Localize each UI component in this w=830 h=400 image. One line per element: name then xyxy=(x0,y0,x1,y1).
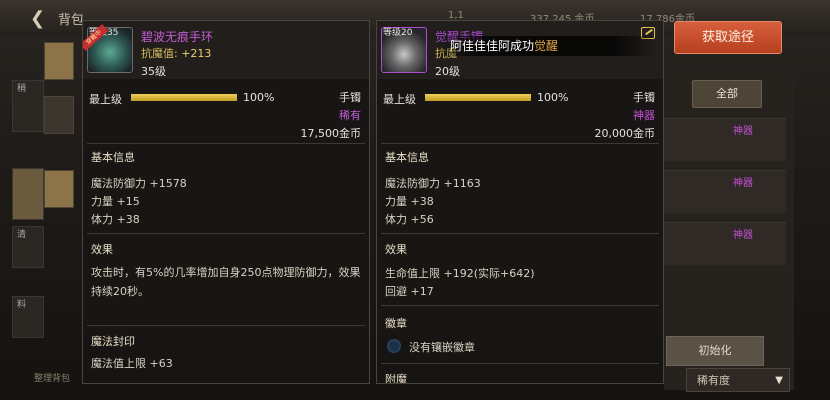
card-header: 等级35 穿戴中 碧波无痕手环 抗魔值: +213 35级 xyxy=(83,21,369,79)
effect-title: 效果 xyxy=(91,243,113,256)
divider xyxy=(381,143,659,144)
page-title: 背包 xyxy=(58,13,85,28)
item-level-tag: 等级20 xyxy=(383,28,413,38)
item-price: 20,000金币 xyxy=(594,127,656,140)
inventory-slot[interactable] xyxy=(44,42,74,80)
badge-empty-text: 没有镶嵌徽章 xyxy=(409,341,475,354)
stat-line: 魔法防御力 +1163 xyxy=(385,177,481,190)
stat-line: 力量 +15 xyxy=(91,195,140,208)
progress-percent: 100% xyxy=(243,91,275,104)
item-price: 17,500金币 xyxy=(300,127,362,140)
item-level: 20级 xyxy=(435,65,460,78)
effect-description: 攻击时，有5%的几率增加自身250点物理防御力，效果持续20秒。 xyxy=(91,266,361,298)
enchant-title: 附魔 xyxy=(385,373,407,384)
back-arrow-icon[interactable]: ❮ xyxy=(30,8,45,29)
system-notice: 阿佳佳佳阿成功觉醒 xyxy=(436,36,656,56)
progress-percent: 100% xyxy=(537,91,569,104)
equipped-item-card: 等级35 穿戴中 碧波无痕手环 抗魔值: +213 35级 最上级 100% 手… xyxy=(82,20,370,384)
resist-label: 抗魔值: xyxy=(141,47,178,60)
left-tab-4[interactable]: 料 xyxy=(12,296,44,338)
item-level: 35级 xyxy=(141,65,166,78)
rarity-label: 神器 xyxy=(733,178,753,189)
item-name: 碧波无痕手环 xyxy=(141,30,214,44)
stat-line: 魔法防御力 +1578 xyxy=(91,177,187,190)
max-level-label: 最上级 xyxy=(89,93,122,106)
badge-title: 徽章 xyxy=(385,317,407,330)
divider xyxy=(87,233,365,234)
sort-inventory-label[interactable]: 整理背包 xyxy=(34,371,70,384)
item-row[interactable] xyxy=(664,222,786,265)
left-tab-1[interactable]: 稍 xyxy=(12,80,44,132)
badge-socket-icon xyxy=(387,339,401,353)
item-slot-type: 手镯 xyxy=(339,91,361,104)
effect-title: 效果 xyxy=(385,243,407,256)
resist-value: +213 xyxy=(181,47,212,60)
chevron-down-icon: ▼ xyxy=(775,375,783,386)
item-rarity: 神器 xyxy=(633,109,655,122)
rarity-label: 神器 xyxy=(733,126,753,137)
basic-info-title: 基本信息 xyxy=(385,151,429,164)
basic-info-title: 基本信息 xyxy=(91,151,135,164)
left-tab-2[interactable] xyxy=(12,168,44,220)
notice-text: 阿佳佳佳阿成功 xyxy=(450,39,535,53)
divider xyxy=(381,233,659,234)
item-row[interactable] xyxy=(664,170,786,213)
sort-select[interactable]: 稀有度 ▼ xyxy=(686,368,790,392)
item-rarity: 稀有 xyxy=(339,109,361,122)
effect-stat-line: 回避 +17 xyxy=(385,285,434,298)
magic-seal-title: 魔法封印 xyxy=(91,335,135,348)
all-filter-button[interactable]: 全部 xyxy=(692,80,762,108)
item-slot-type: 手镯 xyxy=(633,91,655,104)
item-resist: 抗魔值: +213 xyxy=(141,45,211,61)
divider xyxy=(381,305,659,306)
divider xyxy=(87,143,365,144)
effect-stat-line: 生命值上限 +192(实际+642) xyxy=(385,267,535,280)
max-level-label: 最上级 xyxy=(383,93,416,106)
inventory-slot[interactable] xyxy=(44,170,74,208)
divider xyxy=(381,363,659,364)
divider xyxy=(87,325,365,326)
notice-highlight: 觉醒 xyxy=(534,39,559,53)
initialize-button[interactable]: 初始化 xyxy=(666,336,764,366)
rarity-label: 神器 xyxy=(733,230,753,241)
level-progress-bar xyxy=(425,94,531,101)
get-source-button[interactable]: 获取途径 xyxy=(674,21,782,54)
seal-stat-line: 魔法值上限 +63 xyxy=(91,357,173,370)
progress-fill xyxy=(425,94,531,101)
sort-select-value: 稀有度 xyxy=(697,374,730,387)
stat-line: 体力 +56 xyxy=(385,213,434,226)
stat-line: 体力 +38 xyxy=(91,213,140,226)
inventory-slot[interactable] xyxy=(44,96,74,134)
item-row[interactable] xyxy=(664,118,786,161)
compared-item-card: 等级20 觉醒手镯 抗魔 20级 最上级 100% 手镯 神器 20,000金币… xyxy=(376,20,664,384)
progress-fill xyxy=(131,94,237,101)
level-progress-bar xyxy=(131,94,237,101)
left-tab-3[interactable]: 清 xyxy=(12,226,44,268)
stat-line: 力量 +38 xyxy=(385,195,434,208)
